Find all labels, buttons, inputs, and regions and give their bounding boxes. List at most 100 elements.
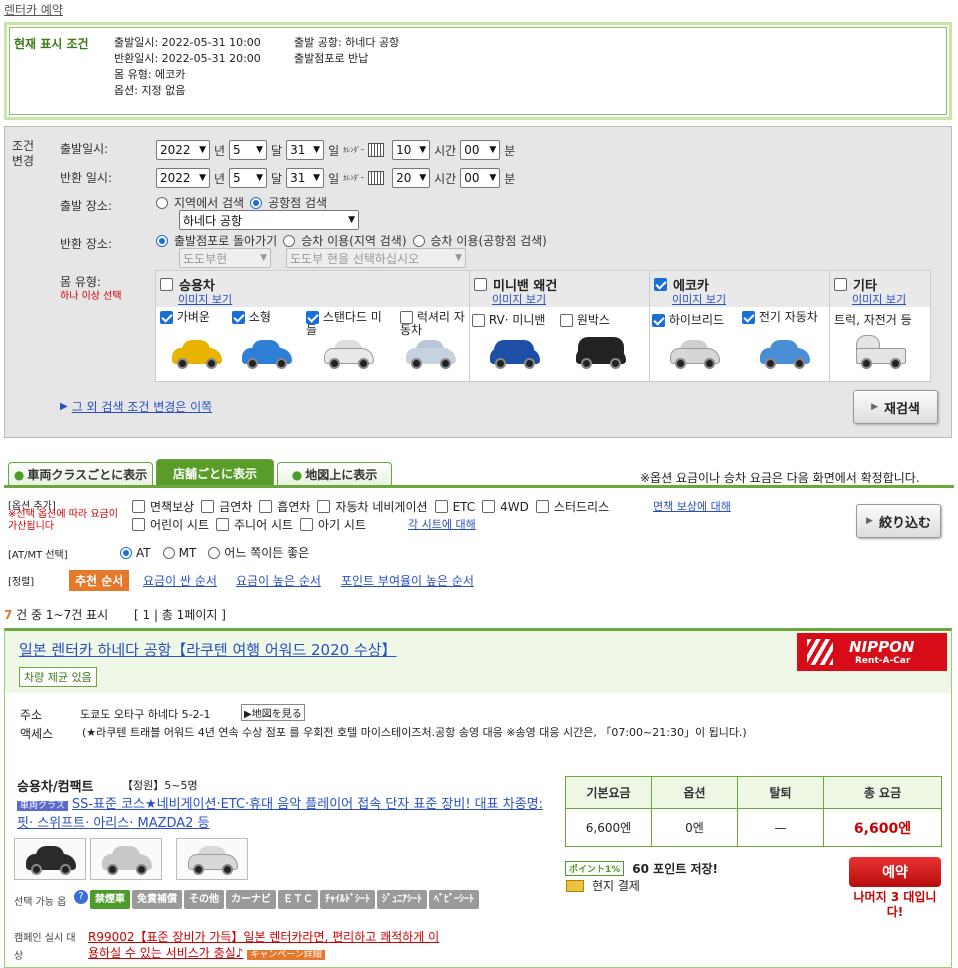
group-minivan-image-link[interactable]: 이미지 보기 bbox=[492, 291, 546, 307]
tab-by-car-class[interactable]: ● 車両クラスごとに表示 bbox=[8, 462, 153, 486]
pagination: [ 1 | 총 1페이지 ] bbox=[134, 608, 226, 622]
sort-recommended[interactable]: 추천 순서 bbox=[69, 570, 130, 591]
group-other-checkbox[interactable] bbox=[834, 278, 847, 291]
radio-either[interactable] bbox=[208, 546, 221, 559]
atmt-options: AT MT 어느 쪽이든 좋은 bbox=[120, 544, 309, 561]
sub-luxury[interactable]: 럭셔리 자동차 bbox=[400, 311, 468, 337]
return-month-select[interactable]: 5 ▼ bbox=[229, 168, 268, 188]
car-thumb-2[interactable] bbox=[90, 838, 162, 880]
seat-option-checkbox[interactable] bbox=[300, 518, 314, 531]
option-checkbox[interactable] bbox=[132, 500, 145, 513]
option-badge: 免責補償 bbox=[132, 890, 182, 909]
remaining-count: 나머지 3 대입니다! bbox=[853, 890, 937, 919]
option-badge: ＥＴＣ bbox=[278, 890, 318, 909]
sub-onebox[interactable]: 원박스 bbox=[560, 311, 648, 328]
narrow-button[interactable]: ▶ 絞り込む bbox=[856, 504, 941, 538]
year-unit: 년 bbox=[214, 171, 226, 186]
seats-link[interactable]: 각 시트에 대해 bbox=[408, 516, 476, 532]
sub-light[interactable]: 가벼운 bbox=[160, 311, 236, 324]
seat-option-checkbox[interactable] bbox=[216, 518, 230, 531]
group-minivan-checkbox[interactable] bbox=[474, 278, 487, 291]
sub-light-label: 가벼운 bbox=[176, 310, 210, 324]
car-thumb-3[interactable] bbox=[176, 838, 248, 880]
option-checkbox[interactable] bbox=[434, 500, 448, 513]
reserve-button[interactable]: 예약 bbox=[849, 857, 941, 887]
option-checkbox[interactable] bbox=[535, 500, 549, 513]
car-type-table: 승용차 이미지 보기 미니밴 왜건 이미지 보기 에코카 이미지 보기 기타 이… bbox=[155, 270, 931, 382]
airport-select[interactable]: 하네다 공항 ▼ bbox=[179, 210, 359, 230]
depart-year-select[interactable]: 2022 ▼ bbox=[156, 140, 210, 160]
option-checkbox[interactable] bbox=[259, 500, 273, 513]
calendar-icon[interactable] bbox=[368, 143, 385, 157]
group-sedan-image-link[interactable]: 이미지 보기 bbox=[178, 291, 232, 307]
class-description[interactable]: 車両クラス SS-표준 코스★네비게이션·ETC·휴대 음악 플레이어 접속 단자… bbox=[17, 796, 557, 833]
sort-expensive[interactable]: 요금이 높은 순서 bbox=[236, 572, 321, 589]
option-badge: 禁煙車 bbox=[90, 890, 130, 909]
sort-cheap[interactable]: 요금이 싼 순서 bbox=[143, 572, 217, 589]
immunity-link[interactable]: 면책 보상에 대해 bbox=[653, 498, 731, 514]
group-other-image-link[interactable]: 이미지 보기 bbox=[852, 291, 906, 307]
radio-airport-search[interactable] bbox=[250, 196, 263, 209]
car-image-luxury bbox=[402, 335, 460, 371]
return-minute-select[interactable]: 00 ▼ bbox=[460, 168, 501, 188]
prefecture-shop-select[interactable]: 도도부 현을 선택하십시오 ▼ bbox=[286, 248, 466, 268]
group-sedan-checkbox[interactable] bbox=[160, 278, 173, 291]
sub-luxury-checkbox[interactable] bbox=[400, 311, 413, 324]
sub-hybrid[interactable]: 하이브리드 bbox=[652, 311, 742, 328]
sub-standard-checkbox[interactable] bbox=[306, 311, 319, 324]
tab-arrow-icon: ● bbox=[13, 467, 25, 482]
sub-standard[interactable]: 스탠다드 미들 bbox=[306, 311, 390, 337]
address-value: 도쿄도 오타구 하네다 5-2-1 bbox=[80, 708, 211, 721]
return-hour-select[interactable]: 20 ▼ bbox=[392, 168, 431, 188]
sub-hybrid-checkbox[interactable] bbox=[652, 314, 665, 327]
sub-compact-checkbox[interactable] bbox=[232, 311, 245, 324]
shop-name-link[interactable]: 일본 렌터카 하네다 공항【라쿠텐 여행 어워드 2020 수상】 bbox=[19, 639, 397, 660]
tab-on-map[interactable]: ● 地図上に表示 bbox=[277, 462, 392, 486]
radio-region-search[interactable] bbox=[156, 196, 168, 209]
car-thumb-1[interactable] bbox=[14, 838, 86, 880]
price-header-basic: 기본요금 bbox=[565, 776, 652, 809]
option-checkbox[interactable] bbox=[482, 500, 496, 513]
sub-electric[interactable]: 전기 자동차 bbox=[742, 311, 830, 324]
radio-mt[interactable] bbox=[162, 546, 175, 559]
prefecture-select[interactable]: 도도부현 ▼ bbox=[179, 248, 271, 268]
breadcrumb[interactable]: 렌터카 예약 bbox=[4, 1, 63, 18]
card-icon bbox=[566, 879, 584, 892]
sub-light-checkbox[interactable] bbox=[160, 311, 173, 324]
return-datetime-row: 2022 ▼ 년 5 ▼ 달 31 ▼ 일 ｶﾚﾝﾀﾞｰ 20 ▼ 시간 00 ▼ 분 bbox=[156, 168, 515, 188]
depart-day-select[interactable]: 31 ▼ bbox=[286, 140, 325, 160]
radio-ride-airport[interactable] bbox=[412, 234, 425, 247]
options-note: ※선택 옵션에 따라 요금이 가산됩니다 bbox=[8, 509, 118, 532]
radio-return-same[interactable] bbox=[156, 234, 168, 247]
seat-option-checkbox[interactable] bbox=[132, 518, 145, 531]
seat-option-label: 아기 시트 bbox=[318, 518, 367, 532]
calendar-icon[interactable] bbox=[368, 171, 385, 185]
group-eco-checkbox[interactable] bbox=[654, 278, 667, 291]
more-conditions-link[interactable]: ▶ 그 외 검색 조건 변경은 이쪽 bbox=[60, 398, 212, 415]
sub-rv[interactable]: RV· 미니밴 bbox=[472, 311, 562, 328]
calendar-text: ｶﾚﾝﾀﾞｰ bbox=[343, 174, 365, 182]
group-eco-image-link[interactable]: 이미지 보기 bbox=[672, 291, 726, 307]
sub-electric-checkbox[interactable] bbox=[742, 311, 755, 324]
return-year-select[interactable]: 2022 ▼ bbox=[156, 168, 210, 188]
depart-minute-select[interactable]: 00 ▼ bbox=[460, 140, 501, 160]
campaign-detail-button[interactable]: キャンペーン詳細 bbox=[247, 950, 325, 960]
help-icon[interactable]: ? bbox=[74, 890, 88, 904]
radio-at[interactable] bbox=[120, 546, 132, 559]
depart-month-select[interactable]: 5 ▼ bbox=[229, 140, 268, 160]
sub-rv-checkbox[interactable] bbox=[472, 314, 485, 327]
sort-points[interactable]: 포인트 부여율이 높은 순서 bbox=[341, 572, 474, 589]
sub-onebox-checkbox[interactable] bbox=[560, 314, 573, 327]
payment-text: 현지 결제 bbox=[592, 879, 640, 893]
map-button[interactable]: ▶地図を見る bbox=[241, 704, 305, 721]
option-checkbox[interactable] bbox=[317, 500, 331, 513]
depart-hour-select[interactable]: 10 ▼ bbox=[392, 140, 431, 160]
radio-ride-region[interactable] bbox=[283, 234, 296, 247]
option-checkbox[interactable] bbox=[201, 500, 215, 513]
research-button[interactable]: ▶ 재검색 bbox=[853, 390, 938, 424]
price-table: 기본요금 옵션 탈퇴 총 요금 6,600엔 0엔 — 6,600엔 bbox=[565, 776, 942, 847]
return-day-select[interactable]: 31 ▼ bbox=[286, 168, 325, 188]
tab-by-shop[interactable]: 店舗ごとに表示 bbox=[156, 459, 274, 486]
price-total: 6,600엔 bbox=[823, 808, 942, 847]
sub-compact[interactable]: 소형 bbox=[232, 311, 308, 324]
